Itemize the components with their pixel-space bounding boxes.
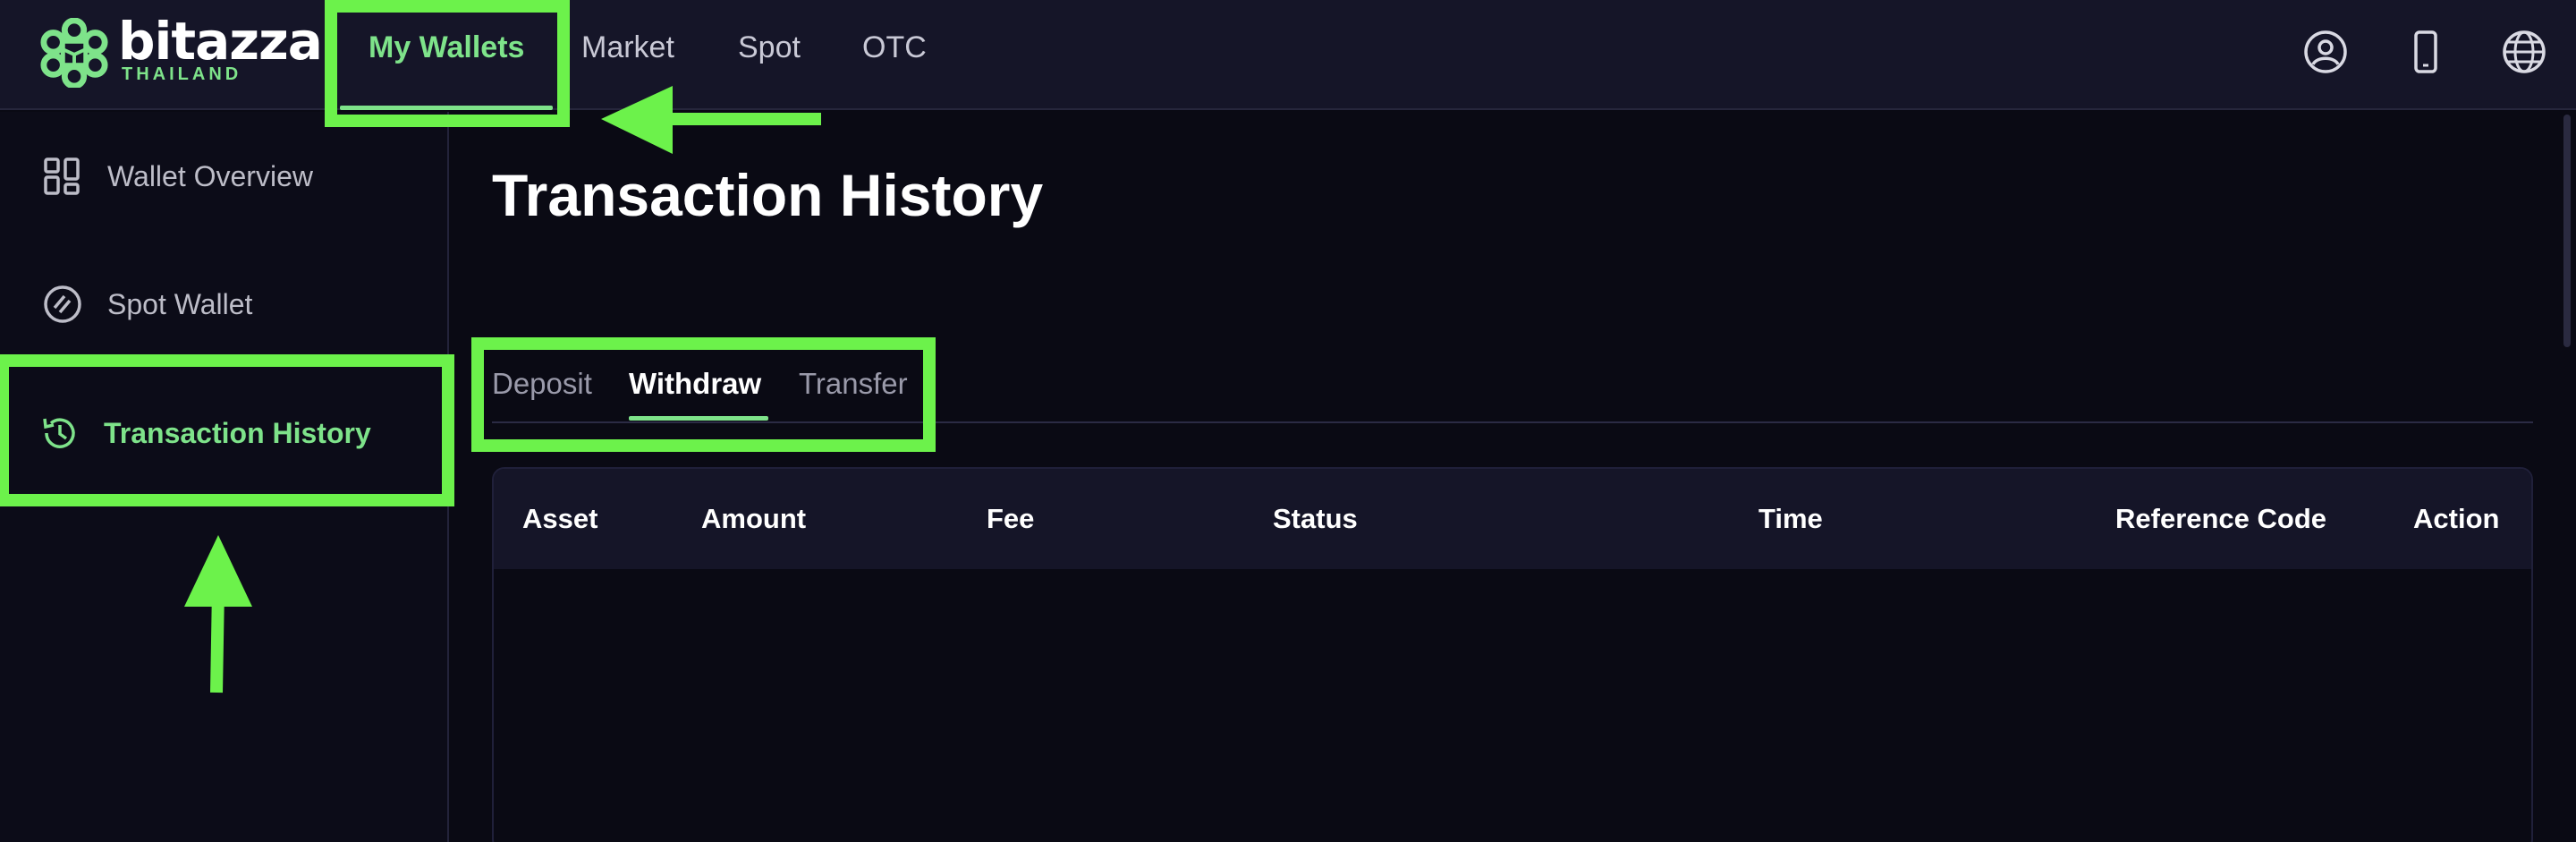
table-header: Asset Amount Fee Status Time Reference C…: [494, 469, 2531, 569]
highlight-box-transaction-history: [0, 354, 454, 506]
slash-circle-icon: [44, 285, 81, 323]
arrow-left-icon: [601, 86, 821, 154]
globe-icon[interactable]: [2501, 29, 2547, 75]
brand-region: THAILAND: [122, 64, 242, 84]
sidebar-item-label: Wallet Overview: [107, 159, 313, 192]
column-header-action[interactable]: Action: [2413, 503, 2499, 535]
column-header-time[interactable]: Time: [1758, 503, 1823, 535]
nav-otc[interactable]: OTC: [862, 30, 927, 65]
transaction-table: Asset Amount Fee Status Time Reference C…: [492, 467, 2533, 842]
brand-name: bitazza: [118, 11, 323, 72]
nav-spot[interactable]: Spot: [738, 30, 801, 65]
column-header-amount[interactable]: Amount: [701, 503, 806, 535]
arrow-up-icon: [184, 535, 252, 693]
sidebar-item-label: Spot Wallet: [107, 287, 253, 320]
highlight-box-tabs: [471, 337, 936, 452]
column-header-asset[interactable]: Asset: [522, 503, 597, 535]
column-header-reference-code[interactable]: Reference Code: [2115, 503, 2326, 535]
page-title: Transaction History: [492, 162, 1044, 228]
account-icon[interactable]: [2302, 29, 2349, 75]
grid-icon: [44, 157, 80, 195]
sidebar-item-wallet-overview[interactable]: Wallet Overview: [43, 149, 313, 203]
sidebar-item-spot-wallet[interactable]: Spot Wallet: [43, 277, 252, 331]
mobile-icon[interactable]: [2402, 29, 2449, 75]
page-scrollbar[interactable]: [2563, 115, 2571, 347]
column-header-fee[interactable]: Fee: [987, 503, 1034, 535]
column-header-status[interactable]: Status: [1273, 503, 1358, 535]
highlight-box-my-wallets: [325, 0, 570, 127]
bitazza-logo-icon: [40, 18, 108, 88]
bitazza-logo[interactable]: bitazza THAILAND: [39, 11, 323, 88]
nav-market[interactable]: Market: [581, 30, 674, 65]
